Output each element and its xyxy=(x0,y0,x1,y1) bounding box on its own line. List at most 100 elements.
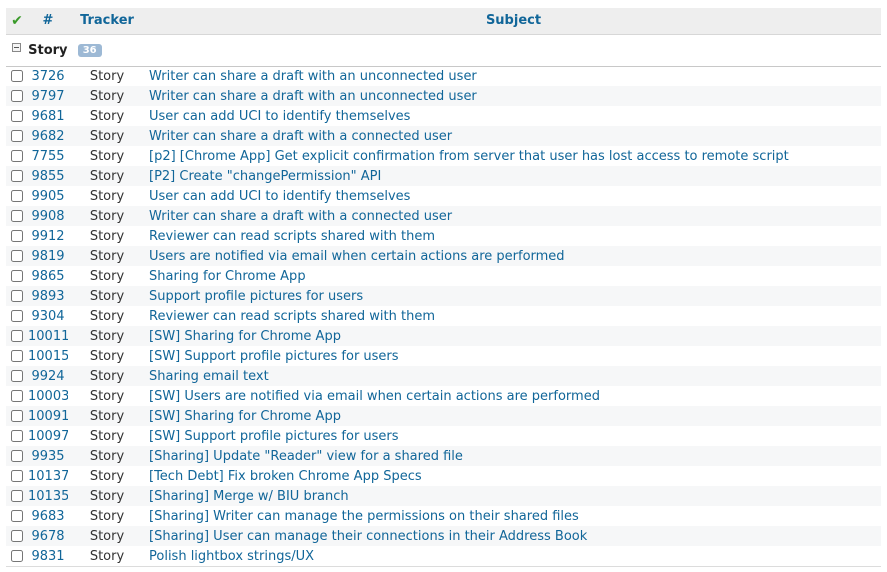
table-row[interactable]: 9908 Story Writer can share a draft with a… xyxy=(6,206,881,226)
issue-subject-link[interactable]: [Sharing] Writer can manage the permissi… xyxy=(149,509,579,524)
issue-subject-link[interactable]: [SW] Support profile pictures for users xyxy=(149,349,399,364)
issue-subject-link[interactable]: Writer can share a draft with an unconne… xyxy=(149,89,477,104)
issue-subject-link[interactable]: [P2] Create "changePermission" API xyxy=(149,169,381,184)
issue-id-link[interactable]: 9935 xyxy=(31,449,64,464)
issue-id-link[interactable]: 10097 xyxy=(28,429,68,444)
row-checkbox[interactable] xyxy=(11,330,23,342)
issue-id-link[interactable]: 9681 xyxy=(31,109,64,124)
row-checkbox[interactable] xyxy=(11,430,23,442)
issue-id-link[interactable]: 9797 xyxy=(31,89,64,104)
issue-id-link[interactable]: 9682 xyxy=(31,129,64,144)
issue-id-link[interactable]: 9912 xyxy=(31,229,64,244)
column-header-id[interactable]: # xyxy=(28,8,68,35)
row-checkbox[interactable] xyxy=(11,470,23,482)
row-checkbox[interactable] xyxy=(11,90,23,102)
row-checkbox[interactable] xyxy=(11,150,23,162)
issue-subject-link[interactable]: Sharing email text xyxy=(149,369,269,384)
issue-id-link[interactable]: 9678 xyxy=(31,529,64,544)
table-row[interactable]: 9681 Story User can add UCI to identify th… xyxy=(6,106,881,126)
table-row[interactable]: 10003 Story [SW] Users are notified via em… xyxy=(6,386,881,406)
issue-id-link[interactable]: 9905 xyxy=(31,189,64,204)
row-checkbox[interactable] xyxy=(11,110,23,122)
row-checkbox[interactable] xyxy=(11,310,23,322)
issue-id-link[interactable]: 9819 xyxy=(31,249,64,264)
table-row[interactable]: 9682 Story Writer can share a draft with a… xyxy=(6,126,881,146)
issue-subject-link[interactable]: User can add UCI to identify themselves xyxy=(149,189,410,204)
row-checkbox[interactable] xyxy=(11,210,23,222)
table-row[interactable]: 9855 Story [P2] Create "changePermission" … xyxy=(6,166,881,186)
issue-id-link[interactable]: 9893 xyxy=(31,289,64,304)
row-checkbox[interactable] xyxy=(11,350,23,362)
table-row[interactable]: 7755 Story [p2] [Chrome App] Get explicit … xyxy=(6,146,881,166)
column-header-tracker[interactable]: Tracker xyxy=(68,8,146,35)
table-row[interactable]: 10135 Story [Sharing] Merge w/ BIU branch xyxy=(6,486,881,506)
issue-subject-link[interactable]: [Tech Debt] Fix broken Chrome App Specs xyxy=(149,469,422,484)
issue-subject-link[interactable]: Polish lightbox strings/UX xyxy=(149,549,314,564)
issue-id-link[interactable]: 9865 xyxy=(31,269,64,284)
issue-id-link[interactable]: 10137 xyxy=(28,469,68,484)
row-checkbox[interactable] xyxy=(11,450,23,462)
row-checkbox[interactable] xyxy=(11,510,23,522)
issue-subject-link[interactable]: Writer can share a draft with a connecte… xyxy=(149,129,452,144)
issue-subject-link[interactable]: [SW] Sharing for Chrome App xyxy=(149,409,341,424)
row-checkbox[interactable] xyxy=(11,530,23,542)
checkmark-icon[interactable]: ✔ xyxy=(11,13,23,29)
table-row[interactable]: 10015 Story [SW] Support profile pictures … xyxy=(6,346,881,366)
table-row[interactable]: 9865 Story Sharing for Chrome App xyxy=(6,266,881,286)
issue-id-link[interactable]: 10135 xyxy=(28,489,68,504)
row-checkbox[interactable] xyxy=(11,370,23,382)
issue-subject-link[interactable]: Sharing for Chrome App xyxy=(149,269,306,284)
issue-id-link[interactable]: 10015 xyxy=(28,349,68,364)
issue-subject-link[interactable]: [Sharing] Update "Reader" view for a sha… xyxy=(149,449,463,464)
issue-subject-link[interactable]: [p2] [Chrome App] Get explicit confirmat… xyxy=(149,149,789,164)
issue-id-link[interactable]: 9855 xyxy=(31,169,64,184)
table-row[interactable]: 9924 Story Sharing email text xyxy=(6,366,881,386)
issue-subject-link[interactable]: [SW] Support profile pictures for users xyxy=(149,429,399,444)
toggle-all-checkbox-header[interactable]: ✔ xyxy=(6,8,28,35)
row-checkbox[interactable] xyxy=(11,390,23,402)
column-header-subject[interactable]: Subject xyxy=(146,8,881,35)
row-checkbox[interactable] xyxy=(11,550,23,562)
row-checkbox[interactable] xyxy=(11,270,23,282)
table-row[interactable]: 9893 Story Support profile pictures for us… xyxy=(6,286,881,306)
issue-subject-link[interactable]: Support profile pictures for users xyxy=(149,289,363,304)
issue-id-link[interactable]: 9831 xyxy=(31,549,64,564)
issue-id-link[interactable]: 10003 xyxy=(28,389,68,404)
table-row[interactable]: 9683 Story [Sharing] Writer can manage the… xyxy=(6,506,881,526)
issue-id-link[interactable]: 9683 xyxy=(31,509,64,524)
issue-id-link[interactable]: 10091 xyxy=(28,409,68,424)
issue-subject-link[interactable]: [SW] Sharing for Chrome App xyxy=(149,329,341,344)
row-checkbox[interactable] xyxy=(11,490,23,502)
row-checkbox[interactable] xyxy=(11,230,23,242)
table-row[interactable]: 10137 Story [Tech Debt] Fix broken Chrome … xyxy=(6,466,881,486)
row-checkbox[interactable] xyxy=(11,70,23,83)
issue-subject-link[interactable]: [Sharing] User can manage their connecti… xyxy=(149,529,587,544)
table-row[interactable]: 10097 Story [SW] Support profile pictures … xyxy=(6,426,881,446)
issue-subject-link[interactable]: Reviewer can read scripts shared with th… xyxy=(149,229,435,244)
issue-id-link[interactable]: 7755 xyxy=(31,149,64,164)
row-checkbox[interactable] xyxy=(11,170,23,182)
issue-id-link[interactable]: 10011 xyxy=(28,329,68,344)
issue-subject-link[interactable]: [Sharing] Merge w/ BIU branch xyxy=(149,489,349,504)
collapse-toggle-icon[interactable] xyxy=(12,42,21,52)
row-checkbox[interactable] xyxy=(11,290,23,302)
table-row[interactable]: 10091 Story [SW] Sharing for Chrome App xyxy=(6,406,881,426)
table-row[interactable]: 10011 Story [SW] Sharing for Chrome App xyxy=(6,326,881,346)
table-row[interactable]: 9912 Story Reviewer can read scripts share… xyxy=(6,226,881,246)
issue-subject-link[interactable]: Writer can share a draft with a connecte… xyxy=(149,209,452,224)
issue-subject-link[interactable]: Users are notified via email when certai… xyxy=(149,249,565,264)
row-checkbox[interactable] xyxy=(11,250,23,262)
table-row[interactable]: 9678 Story [Sharing] User can manage their… xyxy=(6,526,881,546)
row-checkbox[interactable] xyxy=(11,130,23,142)
table-row[interactable]: 9797 Story Writer can share a draft with a… xyxy=(6,86,881,106)
issue-id-link[interactable]: 3726 xyxy=(31,69,64,84)
table-row[interactable]: 9905 Story User can add UCI to identify th… xyxy=(6,186,881,206)
issue-id-link[interactable]: 9908 xyxy=(31,209,64,224)
row-checkbox[interactable] xyxy=(11,410,23,422)
issue-subject-link[interactable]: User can add UCI to identify themselves xyxy=(149,109,410,124)
issue-id-link[interactable]: 9924 xyxy=(31,369,64,384)
issue-subject-link[interactable]: [SW] Users are notified via email when c… xyxy=(149,389,600,404)
row-checkbox[interactable] xyxy=(11,190,23,202)
issue-id-link[interactable]: 9304 xyxy=(31,309,64,324)
table-row[interactable]: 9819 Story Users are notified via email wh… xyxy=(6,246,881,266)
